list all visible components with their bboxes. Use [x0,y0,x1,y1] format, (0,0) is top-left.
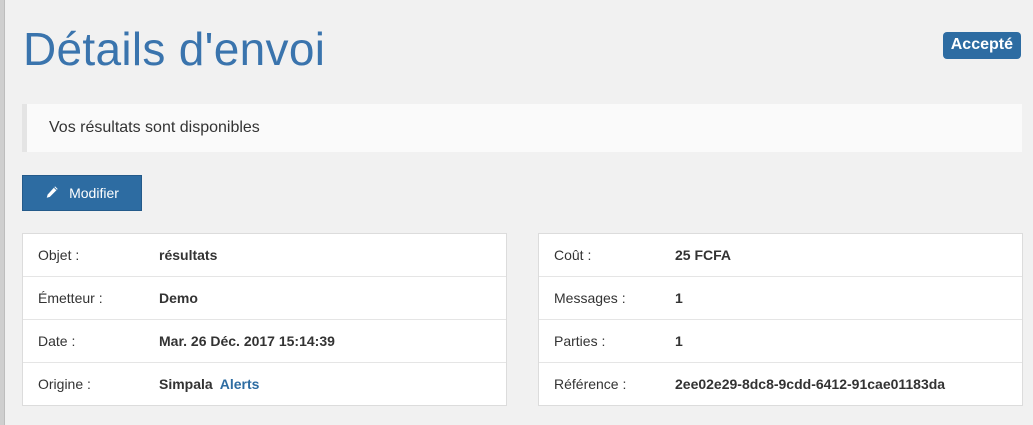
edit-button[interactable]: Modifier [22,175,142,211]
results-notice: Vos résultats sont disponibles [22,104,1022,152]
detail-value: 2ee02e29-8dc8-9cdd-6412-91cae01183da [675,376,946,392]
window-edge [0,0,5,425]
pencil-icon [45,185,59,202]
detail-row-origin: Origine : Simpala Alerts [23,363,506,405]
detail-row-date: Date : Mar. 26 Déc. 2017 15:14:39 [23,320,506,363]
detail-label: Référence : [554,376,627,392]
detail-row-reference: Référence : 2ee02e29-8dc8-9cdd-6412-91ca… [539,363,1022,405]
detail-label: Parties : [554,333,606,349]
detail-row-cost: Coût : 25 FCFA [539,234,1022,277]
detail-value: résultats [159,247,218,263]
edit-button-label: Modifier [69,185,119,201]
detail-label: Origine : [38,376,91,392]
detail-label: Messages : [554,290,626,306]
detail-row-parts: Parties : 1 [539,320,1022,363]
detail-value: 25 FCFA [675,247,732,263]
detail-value: Mar. 26 Déc. 2017 15:14:39 [159,333,335,349]
details-panel-right: Coût : 25 FCFA Messages : 1 Parties : 1 … [538,233,1023,406]
detail-label: Date : [38,333,76,349]
detail-value: 1 [675,290,683,306]
details-panel-left: Objet : résultats Émetteur : Demo Date :… [22,233,507,406]
detail-value: Demo [159,290,198,306]
detail-row-messages: Messages : 1 [539,277,1022,320]
notice-text: Vos résultats sont disponibles [49,119,260,136]
detail-label: Émetteur : [38,290,103,306]
detail-value: Simpala [159,376,213,392]
status-badge: Accepté [942,32,1021,59]
detail-row-subject: Objet : résultats [23,234,506,277]
detail-row-sender: Émetteur : Demo [23,277,506,320]
origin-alerts-link[interactable]: Alerts [220,376,260,392]
detail-value: 1 [675,333,683,349]
detail-label: Coût : [554,247,592,263]
detail-label: Objet : [38,247,80,263]
page-title: Détails d'envoi [23,23,326,75]
